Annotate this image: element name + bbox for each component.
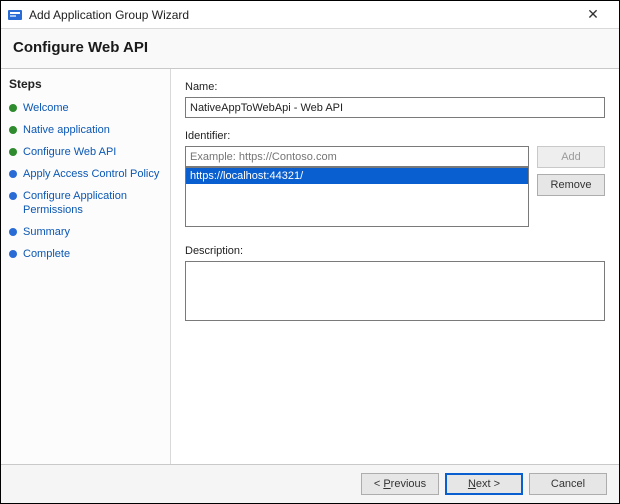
bullet-icon bbox=[9, 192, 17, 200]
next-suffix: ext > bbox=[476, 478, 500, 490]
identifier-list[interactable]: https://localhost:44321/ bbox=[185, 167, 529, 227]
add-button[interactable]: Add bbox=[537, 146, 605, 168]
step-configure-application-permissions[interactable]: Configure Application Permissions bbox=[9, 185, 164, 221]
steps-sidebar: Steps Welcome Native application Configu… bbox=[1, 69, 171, 464]
step-welcome[interactable]: Welcome bbox=[9, 97, 164, 119]
step-label: Configure Application Permissions bbox=[23, 189, 164, 217]
step-configure-web-api[interactable]: Configure Web API bbox=[9, 141, 164, 163]
bullet-icon bbox=[9, 170, 17, 178]
step-label: Summary bbox=[23, 225, 70, 239]
steps-heading: Steps bbox=[9, 77, 164, 91]
form-panel: Name: Identifier: https://localhost:4432… bbox=[171, 69, 619, 464]
next-button[interactable]: Next > bbox=[445, 473, 523, 495]
close-button[interactable]: ✕ bbox=[573, 6, 613, 23]
step-label: Native application bbox=[23, 123, 110, 137]
step-complete[interactable]: Complete bbox=[9, 243, 164, 265]
remove-button[interactable]: Remove bbox=[537, 174, 605, 196]
window-title: Add Application Group Wizard bbox=[29, 8, 573, 22]
description-label: Description: bbox=[185, 245, 605, 257]
identifier-label: Identifier: bbox=[185, 130, 605, 142]
bullet-icon bbox=[9, 104, 17, 112]
step-label: Complete bbox=[23, 247, 70, 261]
step-label: Apply Access Control Policy bbox=[23, 167, 159, 181]
prev-prefix: < bbox=[374, 478, 383, 490]
step-apply-access-control-policy[interactable]: Apply Access Control Policy bbox=[9, 163, 164, 185]
page-header: Configure Web API bbox=[1, 29, 619, 69]
previous-button[interactable]: < Previous bbox=[361, 473, 439, 495]
description-input[interactable] bbox=[185, 261, 605, 321]
steps-list: Welcome Native application Configure Web… bbox=[9, 97, 164, 265]
bullet-icon bbox=[9, 228, 17, 236]
name-label: Name: bbox=[185, 81, 605, 93]
step-label: Configure Web API bbox=[23, 145, 116, 159]
name-input[interactable] bbox=[185, 97, 605, 118]
step-summary[interactable]: Summary bbox=[9, 221, 164, 243]
titlebar: Add Application Group Wizard ✕ bbox=[1, 1, 619, 29]
bullet-icon bbox=[9, 250, 17, 258]
wizard-window: Add Application Group Wizard ✕ Configure… bbox=[0, 0, 620, 504]
identifier-list-item[interactable]: https://localhost:44321/ bbox=[186, 168, 528, 184]
step-native-application[interactable]: Native application bbox=[9, 119, 164, 141]
bullet-icon bbox=[9, 148, 17, 156]
prev-mnemonic: P bbox=[383, 478, 390, 490]
page-title: Configure Web API bbox=[13, 39, 607, 56]
bullet-icon bbox=[9, 126, 17, 134]
step-label: Welcome bbox=[23, 101, 69, 115]
wizard-icon bbox=[7, 7, 23, 23]
wizard-footer: < Previous Next > Cancel bbox=[1, 464, 619, 503]
identifier-input[interactable] bbox=[185, 146, 529, 167]
prev-suffix: revious bbox=[391, 478, 426, 490]
next-mnemonic: N bbox=[468, 478, 476, 490]
cancel-button[interactable]: Cancel bbox=[529, 473, 607, 495]
